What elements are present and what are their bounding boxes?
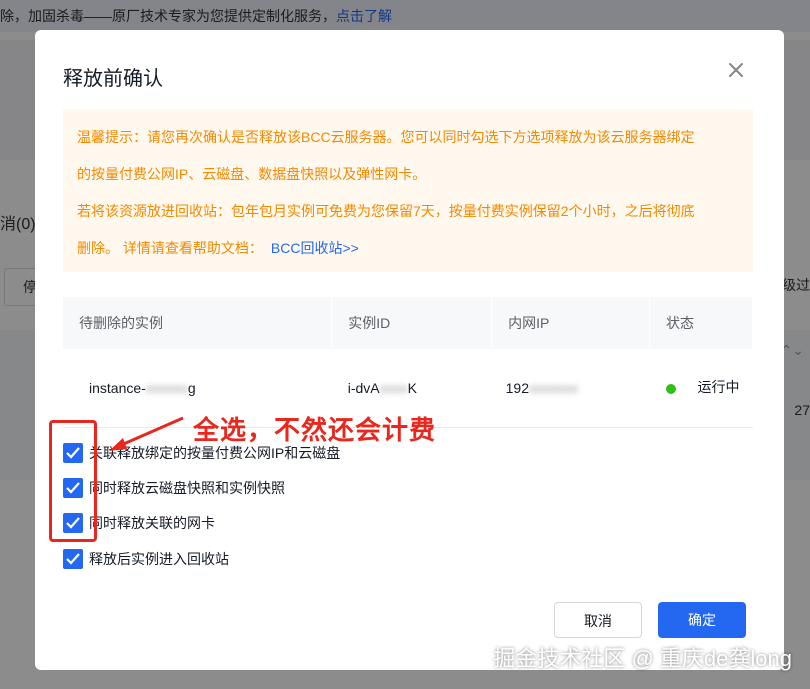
annotation-arrow-icon (109, 416, 184, 451)
table-header-row: 待删除的实例 实例ID 内网IP 状态 (63, 297, 753, 349)
private-ip: 192 (505, 379, 529, 396)
instance-id-tail: K (407, 379, 417, 396)
tip-line-1: 温馨提示：请您再次确认是否释放该BCC云服务器。您可以同时勾选下方选项释放为该云… (77, 129, 695, 145)
header-instance: 待删除的实例 (63, 297, 333, 349)
blurred-text: xxxx (379, 379, 408, 396)
tip-line-3: 若将该资源放进回收站：包年包月实例可免费为您保留7天，按量付费实例保留2个小时，… (77, 203, 695, 219)
tip-line-2: 的按量付费公网IP、云磁盘、数据盘快照以及弹性网卡。 (77, 166, 427, 182)
tip-line-4: 删除。 详情请查看帮助文档： BCC回收站>> (77, 230, 739, 267)
dialog-title: 释放前确认 (63, 68, 163, 90)
private-ip-cell: 192xxxxxxx (491, 349, 650, 428)
option-label: 同时释放云磁盘快照和实例快照 (89, 480, 285, 496)
option-label: 释放后实例进入回收站 (89, 551, 229, 567)
recycle-bin-doc-link[interactable]: BCC回收站>> (271, 240, 359, 256)
annotation-text: 全选，不然还会计费 (193, 415, 437, 445)
header-instance-id: 实例ID (331, 297, 493, 349)
header-status: 状态 (649, 297, 753, 349)
confirm-button[interactable]: 确定 (658, 602, 746, 638)
blurred-text: xxxxxxx (529, 379, 578, 396)
instance-id: i-dvA (347, 379, 380, 396)
status-text: 运行中 (697, 379, 740, 396)
tip-line-4-text: 删除。 详情请查看帮助文档： (77, 240, 263, 256)
release-confirm-dialog: 释放前确认 温馨提示：请您再次确认是否释放该BCC云服务器。您可以同时勾选下方选… (35, 30, 784, 670)
header-private-ip: 内网IP (491, 297, 651, 349)
status-cell: 运行中 (649, 349, 753, 428)
warning-tip: 温馨提示：请您再次确认是否释放该BCC云服务器。您可以同时勾选下方选项释放为该云… (63, 109, 753, 272)
close-icon[interactable] (728, 62, 748, 82)
instance-name: instance- (89, 379, 146, 396)
option-label: 同时释放关联的网卡 (89, 515, 215, 531)
status-dot-icon (665, 383, 676, 394)
watermark: 掘金技术社区 @ 重庆de龚long (493, 646, 792, 671)
checkbox-checked-icon[interactable] (63, 549, 83, 569)
blurred-text: xxxxxx (145, 379, 188, 396)
instance-name-tail: g (187, 379, 196, 396)
cancel-button[interactable]: 取消 (554, 602, 642, 638)
instance-table: 待删除的实例 实例ID 内网IP 状态 instance-xxxxxxg i-d… (63, 297, 753, 428)
option-recycle-bin[interactable]: 释放后实例进入回收站 (63, 548, 229, 570)
annotation-box (49, 420, 97, 542)
